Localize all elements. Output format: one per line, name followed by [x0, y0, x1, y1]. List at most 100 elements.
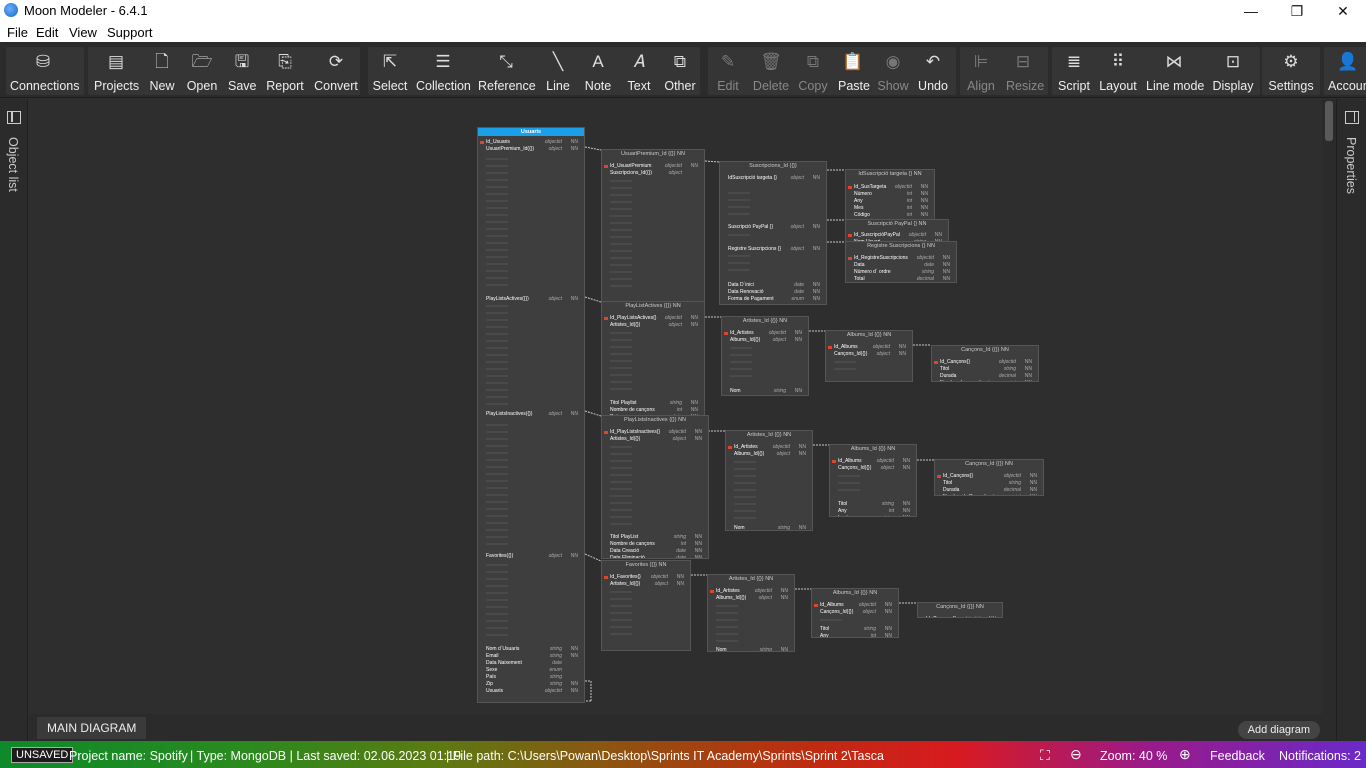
text-button[interactable]: 𝐴 Text	[624, 47, 654, 95]
collection-8[interactable]: Albums_Id {{}} NN Id_Albums objectid NN Canç…	[825, 330, 913, 382]
field-row[interactable]: Nombre de cançons int NN	[604, 407, 702, 414]
field-row[interactable]: Número d´ ordre string NN	[848, 269, 954, 276]
field-row[interactable]: Data D´inici date NN	[722, 282, 824, 289]
collection-2[interactable]: Suscripcions_Id {{}} IdSuscripció targeta…	[719, 161, 827, 305]
field-row[interactable]: Cançons_Id({}) object NN	[832, 465, 914, 472]
vertical-scrollbar[interactable]	[1322, 99, 1336, 714]
settings-button[interactable]: ⚙ Settings	[1268, 47, 1314, 95]
collection-11[interactable]: Artistes_Id {{}} NN Id_Artistes objectid NN…	[725, 430, 813, 531]
display-button[interactable]: ⊡ Display	[1212, 47, 1254, 95]
new-button[interactable]: 🗋 New	[148, 47, 176, 95]
field-row[interactable]: Titol string NN	[937, 480, 1041, 487]
collection-15[interactable]: Artistes_Id {{}} NN Id_Artistes objectid NN…	[707, 574, 795, 652]
field-row[interactable]: Nombre de cançons int NN	[604, 541, 706, 548]
field-row[interactable]: Id_Artistes objectid NN	[728, 444, 810, 451]
field-row[interactable]: Data Creació date NN	[604, 548, 706, 555]
show-button[interactable]: ◉ Show	[876, 47, 910, 95]
field-row[interactable]: Titol string NN	[934, 366, 1036, 373]
open-button[interactable]: 🗁 Open	[186, 47, 218, 95]
convert-button[interactable]: ⟳ Convert	[314, 47, 358, 95]
field-row[interactable]: País string	[480, 674, 582, 681]
field-row[interactable]: Durada decimal NN	[934, 373, 1036, 380]
panel-toggle-icon[interactable]	[1345, 111, 1359, 124]
field-row[interactable]: Registre Suscripcions {} object NN	[722, 246, 824, 253]
object-list-panel[interactable]: Object list	[0, 99, 28, 741]
paste-button[interactable]: 📋 Paste	[838, 47, 870, 95]
field-row[interactable]: Cançons_Id({}) object NN	[814, 609, 896, 616]
field-row[interactable]: Data date NN	[848, 262, 954, 269]
field-row[interactable]: Id_SusTargeta objectid NN	[848, 184, 932, 191]
restore-button[interactable]: ❐	[1274, 0, 1320, 22]
zoom-out-icon[interactable]: ⊖	[1070, 746, 1082, 763]
collection-6[interactable]: PlayListActives {{}} NN Id_PlayListsActiv…	[601, 301, 705, 417]
field-row[interactable]: Artistes_Id({}) object NN	[604, 322, 702, 329]
object-list-label[interactable]: Object list	[6, 137, 20, 192]
field-row[interactable]: IdSuscripció targeta {} object NN	[722, 175, 824, 182]
delete-button[interactable]: 🗑 Delete	[752, 47, 790, 95]
feedback-link[interactable]: Feedback	[1210, 749, 1265, 763]
fit-screen-icon[interactable]: ⛶	[1040, 747, 1050, 764]
field-row[interactable]: Id_Cançons{} objectid NN	[934, 359, 1036, 366]
menu-support[interactable]: Support	[107, 25, 153, 40]
field-row[interactable]: Titol string NN	[832, 501, 914, 508]
field-row[interactable]: Id_PlayListsInactives{} objectid NN	[604, 429, 706, 436]
collection-3[interactable]: IdSuscripció targeta {} NN Id_SusTargeta o…	[845, 169, 935, 224]
field-row[interactable]: Albums_Id({}) object NN	[710, 595, 792, 602]
field-row[interactable]: Mes int NN	[848, 205, 932, 212]
other-button[interactable]: ⧉ Other	[662, 47, 698, 95]
add-diagram-button[interactable]: Add diagram	[1237, 721, 1320, 739]
field-row[interactable]: Imatge string NN	[832, 515, 914, 516]
copy-button[interactable]: ⧉ Copy	[797, 47, 829, 95]
collection-13[interactable]: Cançons_Id {{}} NN Id_Cançons{} objectid NN…	[934, 459, 1044, 496]
field-row[interactable]: Titol string NN	[814, 626, 896, 633]
field-row[interactable]: Id_Albums objectid NN	[814, 602, 896, 609]
field-row[interactable]: Id_Albums objectid NN	[828, 344, 910, 351]
close-button[interactable]: ✕	[1320, 0, 1366, 22]
collection-button[interactable]: ☰ Collection	[416, 47, 471, 95]
projects-button[interactable]: ▤ Projects	[94, 47, 139, 95]
field-row[interactable]: Durada decimal NN	[937, 487, 1041, 494]
menu-file[interactable]: File	[7, 25, 28, 40]
collection-14[interactable]: Favorites {{}} NN Id_Favorites{} objectid N…	[601, 560, 691, 651]
field-row[interactable]: Any int NN	[848, 198, 932, 205]
field-row[interactable]: Data Eliminació date NN	[604, 555, 706, 558]
field-row[interactable]: Nom string NN	[724, 388, 806, 395]
collection-12[interactable]: Albums_Id {{}} NN Id_Albums objectid NN Canç…	[829, 444, 917, 517]
collection-0[interactable]: Usuaris Id_Usuaris objectid NN UsuariPremium…	[477, 127, 585, 703]
field-row[interactable]: Total decimal NN	[848, 276, 954, 282]
field-row[interactable]: Id_PlayListsActives{} objectid NN	[604, 315, 702, 322]
field-row[interactable]: PlayListsActives({}) object NN	[480, 296, 582, 303]
diagram-canvas[interactable]: Usuaris Id_Usuaris objectid NN UsuariPremium…	[29, 99, 1322, 714]
field-row[interactable]: Titol Playlist string NN	[604, 400, 702, 407]
line-mode-button[interactable]: ⋈ Line mode	[1146, 47, 1204, 95]
field-row[interactable]: Albums_Id({}) object NN	[724, 337, 806, 344]
menu-view[interactable]: View	[69, 25, 97, 40]
field-row[interactable]: Suscripcions_Id({}) object	[604, 170, 702, 177]
collection-9[interactable]: Cançons_Id {{}} NN Id_Cançons{} objectid NN…	[931, 345, 1039, 382]
field-row[interactable]: Usuaris objectid NN	[480, 688, 582, 695]
panel-toggle-icon[interactable]	[7, 111, 21, 124]
field-row[interactable]: Titol PlayList string NN	[604, 534, 706, 541]
field-row[interactable]: Id_RegistreSuscripcions objectid NN	[848, 255, 954, 262]
field-row[interactable]: Id_Cançons{} objectid NN	[937, 473, 1041, 480]
field-row[interactable]: Any int NN	[832, 508, 914, 515]
field-row[interactable]: Forma de Pagament enum NN	[722, 296, 824, 303]
field-row[interactable]: Artistes_Id({}) object NN	[604, 581, 688, 588]
note-button[interactable]: A Note	[583, 47, 613, 95]
properties-panel[interactable]: Properties	[1336, 99, 1366, 741]
collection-7[interactable]: Artistes_Id {{}} NN Id_Artistes objectid NN…	[721, 316, 809, 396]
layout-button[interactable]: ⠿ Layout	[1098, 47, 1138, 95]
collection-5[interactable]: Registre Suscripcions {} NN Id_RegistreSu…	[845, 241, 957, 283]
field-row[interactable]: Id_Usuaris objectid NN	[480, 139, 582, 146]
notifications-link[interactable]: Notifications: 2	[1279, 749, 1361, 763]
field-row[interactable]: Id_UsuariPremium objectid NN	[604, 163, 702, 170]
menu-edit[interactable]: Edit	[36, 25, 58, 40]
minimize-button[interactable]: —	[1228, 0, 1274, 22]
properties-label[interactable]: Properties	[1344, 137, 1358, 194]
field-row[interactable]: Id_Favorites{} objectid NN	[604, 574, 688, 581]
field-row[interactable]: Favorites({}) object NN	[480, 553, 582, 560]
field-row[interactable]: Id_SuscripcióPayPal objectid NN	[848, 232, 946, 239]
field-row[interactable]: Código int NN	[848, 212, 932, 219]
save-button[interactable]: 🖫 Save	[228, 47, 257, 95]
field-row[interactable]: Any int NN	[814, 633, 896, 637]
